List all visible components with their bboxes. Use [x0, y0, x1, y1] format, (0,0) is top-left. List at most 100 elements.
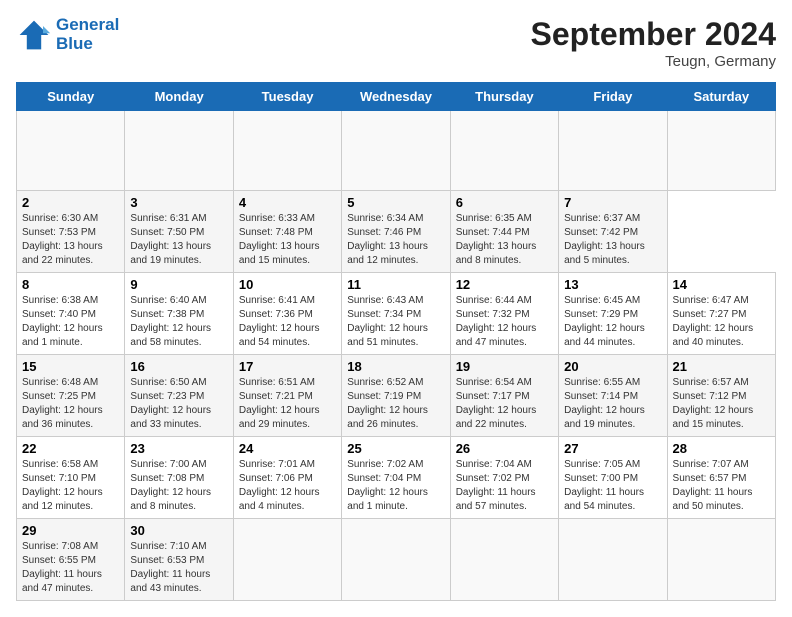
- logo-icon: [16, 17, 52, 53]
- day-number: 6: [456, 195, 553, 210]
- day-of-week-header: Thursday: [450, 83, 558, 111]
- day-number: 7: [564, 195, 661, 210]
- day-detail: Sunrise: 6:57 AMSunset: 7:12 PMDaylight:…: [673, 377, 754, 430]
- day-number: 12: [456, 277, 553, 292]
- calendar-week-row: 22 Sunrise: 6:58 AMSunset: 7:10 PMDaylig…: [17, 437, 776, 519]
- day-detail: Sunrise: 7:08 AMSunset: 6:55 PMDaylight:…: [22, 541, 102, 594]
- day-number: 14: [673, 277, 770, 292]
- day-detail: Sunrise: 6:31 AMSunset: 7:50 PMDaylight:…: [130, 213, 211, 266]
- calendar-day-cell: 22 Sunrise: 6:58 AMSunset: 7:10 PMDaylig…: [17, 437, 125, 519]
- day-number: 11: [347, 277, 444, 292]
- calendar-day-cell: 9 Sunrise: 6:40 AMSunset: 7:38 PMDayligh…: [125, 273, 233, 355]
- day-of-week-header: Sunday: [17, 83, 125, 111]
- calendar-day-cell: [342, 111, 450, 191]
- calendar-day-cell: 17 Sunrise: 6:51 AMSunset: 7:21 PMDaylig…: [233, 355, 341, 437]
- calendar-day-cell: 23 Sunrise: 7:00 AMSunset: 7:08 PMDaylig…: [125, 437, 233, 519]
- calendar-day-cell: [233, 519, 341, 601]
- day-number: 18: [347, 359, 444, 374]
- day-number: 19: [456, 359, 553, 374]
- day-number: 15: [22, 359, 119, 374]
- day-detail: Sunrise: 7:07 AMSunset: 6:57 PMDaylight:…: [673, 459, 753, 512]
- month-info: September 2024 Teugn, Germany: [531, 16, 776, 70]
- calendar-week-row: [17, 111, 776, 191]
- day-detail: Sunrise: 6:50 AMSunset: 7:23 PMDaylight:…: [130, 377, 211, 430]
- day-number: 27: [564, 441, 661, 456]
- calendar-day-cell: 12 Sunrise: 6:44 AMSunset: 7:32 PMDaylig…: [450, 273, 558, 355]
- day-detail: Sunrise: 6:58 AMSunset: 7:10 PMDaylight:…: [22, 459, 103, 512]
- calendar-day-cell: 2 Sunrise: 6:30 AMSunset: 7:53 PMDayligh…: [17, 191, 125, 273]
- day-number: 26: [456, 441, 553, 456]
- calendar-day-cell: [17, 111, 125, 191]
- calendar-day-cell: [233, 111, 341, 191]
- day-detail: Sunrise: 6:30 AMSunset: 7:53 PMDaylight:…: [22, 213, 103, 266]
- day-of-week-header: Monday: [125, 83, 233, 111]
- calendar-day-cell: 24 Sunrise: 7:01 AMSunset: 7:06 PMDaylig…: [233, 437, 341, 519]
- calendar-week-row: 15 Sunrise: 6:48 AMSunset: 7:25 PMDaylig…: [17, 355, 776, 437]
- day-number: 21: [673, 359, 770, 374]
- calendar-day-cell: 5 Sunrise: 6:34 AMSunset: 7:46 PMDayligh…: [342, 191, 450, 273]
- calendar-day-cell: 21 Sunrise: 6:57 AMSunset: 7:12 PMDaylig…: [667, 355, 775, 437]
- calendar-day-cell: 28 Sunrise: 7:07 AMSunset: 6:57 PMDaylig…: [667, 437, 775, 519]
- calendar-day-cell: 27 Sunrise: 7:05 AMSunset: 7:00 PMDaylig…: [559, 437, 667, 519]
- day-detail: Sunrise: 7:01 AMSunset: 7:06 PMDaylight:…: [239, 459, 320, 512]
- day-detail: Sunrise: 6:35 AMSunset: 7:44 PMDaylight:…: [456, 213, 537, 266]
- calendar-day-cell: 29 Sunrise: 7:08 AMSunset: 6:55 PMDaylig…: [17, 519, 125, 601]
- day-detail: Sunrise: 7:00 AMSunset: 7:08 PMDaylight:…: [130, 459, 211, 512]
- calendar-day-cell: 20 Sunrise: 6:55 AMSunset: 7:14 PMDaylig…: [559, 355, 667, 437]
- day-number: 13: [564, 277, 661, 292]
- calendar-day-cell: 8 Sunrise: 6:38 AMSunset: 7:40 PMDayligh…: [17, 273, 125, 355]
- day-detail: Sunrise: 6:34 AMSunset: 7:46 PMDaylight:…: [347, 213, 428, 266]
- calendar-day-cell: [125, 111, 233, 191]
- calendar-day-cell: 25 Sunrise: 7:02 AMSunset: 7:04 PMDaylig…: [342, 437, 450, 519]
- day-detail: Sunrise: 6:37 AMSunset: 7:42 PMDaylight:…: [564, 213, 645, 266]
- calendar-day-cell: [450, 519, 558, 601]
- logo: General Blue: [16, 16, 119, 53]
- day-number: 23: [130, 441, 227, 456]
- day-detail: Sunrise: 7:10 AMSunset: 6:53 PMDaylight:…: [130, 541, 210, 594]
- calendar-day-cell: [667, 519, 775, 601]
- calendar-header: SundayMondayTuesdayWednesdayThursdayFrid…: [17, 83, 776, 111]
- calendar-day-cell: 14 Sunrise: 6:47 AMSunset: 7:27 PMDaylig…: [667, 273, 775, 355]
- day-number: 25: [347, 441, 444, 456]
- day-detail: Sunrise: 6:33 AMSunset: 7:48 PMDaylight:…: [239, 213, 320, 266]
- day-of-week-header: Friday: [559, 83, 667, 111]
- calendar-day-cell: [342, 519, 450, 601]
- location: Teugn, Germany: [531, 53, 776, 70]
- calendar-table: SundayMondayTuesdayWednesdayThursdayFrid…: [16, 82, 776, 601]
- calendar-week-row: 2 Sunrise: 6:30 AMSunset: 7:53 PMDayligh…: [17, 191, 776, 273]
- day-detail: Sunrise: 6:41 AMSunset: 7:36 PMDaylight:…: [239, 295, 320, 348]
- calendar-day-cell: [450, 111, 558, 191]
- calendar-day-cell: 26 Sunrise: 7:04 AMSunset: 7:02 PMDaylig…: [450, 437, 558, 519]
- month-title: September 2024: [531, 16, 776, 53]
- day-number: 17: [239, 359, 336, 374]
- day-detail: Sunrise: 6:38 AMSunset: 7:40 PMDaylight:…: [22, 295, 103, 348]
- calendar-day-cell: 16 Sunrise: 6:50 AMSunset: 7:23 PMDaylig…: [125, 355, 233, 437]
- day-of-week-header: Saturday: [667, 83, 775, 111]
- day-detail: Sunrise: 6:40 AMSunset: 7:38 PMDaylight:…: [130, 295, 211, 348]
- logo-text: General Blue: [56, 16, 119, 53]
- calendar-day-cell: 6 Sunrise: 6:35 AMSunset: 7:44 PMDayligh…: [450, 191, 558, 273]
- day-detail: Sunrise: 6:54 AMSunset: 7:17 PMDaylight:…: [456, 377, 537, 430]
- day-detail: Sunrise: 7:05 AMSunset: 7:00 PMDaylight:…: [564, 459, 644, 512]
- day-number: 29: [22, 523, 119, 538]
- day-number: 16: [130, 359, 227, 374]
- day-detail: Sunrise: 6:52 AMSunset: 7:19 PMDaylight:…: [347, 377, 428, 430]
- day-detail: Sunrise: 6:47 AMSunset: 7:27 PMDaylight:…: [673, 295, 754, 348]
- calendar-day-cell: 30 Sunrise: 7:10 AMSunset: 6:53 PMDaylig…: [125, 519, 233, 601]
- day-number: 20: [564, 359, 661, 374]
- calendar-day-cell: [667, 111, 775, 191]
- day-number: 2: [22, 195, 119, 210]
- day-detail: Sunrise: 7:04 AMSunset: 7:02 PMDaylight:…: [456, 459, 536, 512]
- day-number: 10: [239, 277, 336, 292]
- calendar-day-cell: 15 Sunrise: 6:48 AMSunset: 7:25 PMDaylig…: [17, 355, 125, 437]
- day-detail: Sunrise: 6:51 AMSunset: 7:21 PMDaylight:…: [239, 377, 320, 430]
- day-number: 28: [673, 441, 770, 456]
- day-number: 3: [130, 195, 227, 210]
- day-detail: Sunrise: 7:02 AMSunset: 7:04 PMDaylight:…: [347, 459, 428, 512]
- calendar-day-cell: 3 Sunrise: 6:31 AMSunset: 7:50 PMDayligh…: [125, 191, 233, 273]
- calendar-day-cell: 10 Sunrise: 6:41 AMSunset: 7:36 PMDaylig…: [233, 273, 341, 355]
- day-number: 22: [22, 441, 119, 456]
- calendar-day-cell: [559, 111, 667, 191]
- day-of-week-header: Wednesday: [342, 83, 450, 111]
- day-number: 8: [22, 277, 119, 292]
